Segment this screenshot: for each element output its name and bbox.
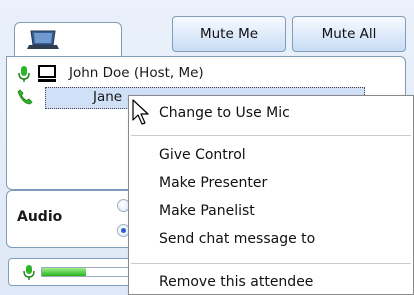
menu-item-give-control[interactable]: Give Control bbox=[159, 147, 246, 163]
menu-item-make-presenter[interactable]: Make Presenter bbox=[159, 175, 267, 191]
context-menu: Change to Use Mic Give Control Make Pres… bbox=[128, 95, 414, 295]
menu-separator bbox=[131, 135, 411, 136]
menu-item-remove-attendee[interactable]: Remove this attendee bbox=[159, 274, 313, 290]
mute-all-button[interactable]: Mute All bbox=[292, 16, 406, 52]
audio-label: Audio bbox=[17, 209, 63, 225]
tab-participants[interactable] bbox=[14, 22, 122, 60]
computer-icon bbox=[38, 65, 56, 82]
participant-name: Jane bbox=[93, 89, 123, 105]
mic-level-bar bbox=[41, 267, 141, 277]
menu-item-send-chat-message[interactable]: Send chat message to bbox=[159, 231, 315, 247]
participant-name: John Doe (Host, Me) bbox=[69, 65, 204, 81]
mouse-pointer-icon bbox=[132, 99, 149, 125]
mic-icon bbox=[23, 265, 35, 280]
participant-row[interactable]: John Doe (Host, Me) bbox=[7, 63, 407, 85]
mute-me-button[interactable]: Mute Me bbox=[172, 16, 286, 52]
laptop-icon bbox=[27, 30, 59, 49]
phone-icon bbox=[17, 89, 33, 105]
menu-item-make-panelist[interactable]: Make Panelist bbox=[159, 203, 255, 219]
tab-strip: Mute Me Mute All bbox=[0, 0, 414, 60]
menu-separator bbox=[131, 263, 411, 264]
mic-icon bbox=[18, 66, 30, 82]
mic-level-fill bbox=[42, 268, 87, 276]
menu-item-change-to-use-mic[interactable]: Change to Use Mic bbox=[159, 105, 290, 121]
